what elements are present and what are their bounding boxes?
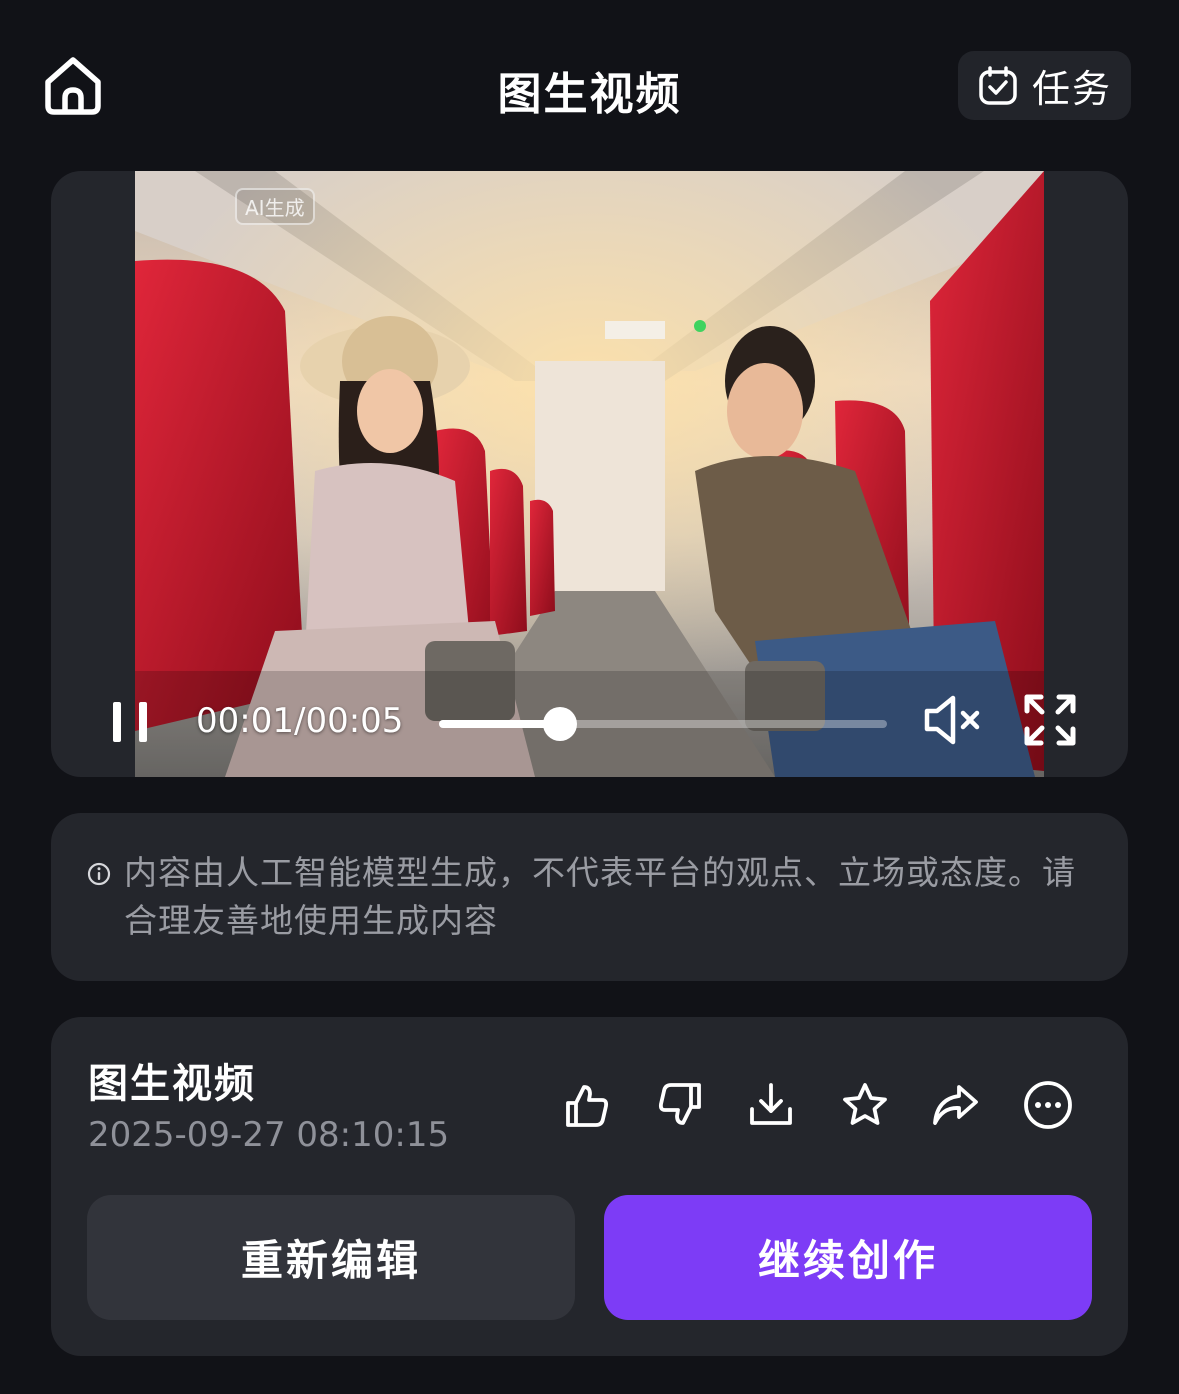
- disclaimer-text: 内容由人工智能模型生成，不代表平台的观点、立场或态度。请合理友善地使用生成内容: [124, 853, 1076, 940]
- info-icon: [87, 862, 111, 886]
- progress-bar[interactable]: [439, 707, 887, 741]
- created-timestamp: 2025-09-27 08:10:15: [88, 1115, 450, 1155]
- pause-icon: [139, 702, 147, 742]
- video-controls: 00:01/00:05: [51, 691, 1128, 777]
- fullscreen-icon: [1024, 694, 1076, 746]
- thumbs-down-icon: [658, 1083, 701, 1125]
- disclaimer-card: 内容由人工智能模型生成，不代表平台的观点、立场或态度。请合理友善地使用生成内容: [51, 813, 1128, 981]
- pause-button[interactable]: [109, 700, 153, 744]
- star-icon: [843, 1083, 887, 1125]
- video-frame[interactable]: AI生成: [135, 171, 1044, 777]
- video-info-card: 图生视频 2025-09-27 08:10:15 重新编辑 继续创作: [51, 1017, 1128, 1356]
- volume-muted-icon: [924, 695, 980, 745]
- task-button[interactable]: 任务: [958, 51, 1131, 120]
- video-player[interactable]: AI生成 00:01/00:05: [51, 171, 1128, 777]
- video-thumbnail: [135, 171, 1044, 777]
- dislike-button[interactable]: [653, 1077, 709, 1133]
- time-display: 00:01/00:05: [196, 701, 404, 741]
- favorite-button[interactable]: [837, 1077, 893, 1133]
- fullscreen-button[interactable]: [1023, 693, 1077, 747]
- share-arrow-icon: [933, 1085, 978, 1125]
- task-label: 任务: [1032, 67, 1113, 111]
- progress-handle[interactable]: [542, 707, 577, 741]
- calendar-check-icon: [979, 65, 1017, 105]
- pause-icon: [113, 702, 121, 742]
- ai-generated-badge: AI生成: [235, 188, 315, 225]
- thumbs-up-icon: [566, 1085, 609, 1127]
- download-icon: [750, 1083, 792, 1125]
- continue-create-button[interactable]: 继续创作: [604, 1195, 1092, 1320]
- share-button[interactable]: [927, 1077, 983, 1133]
- video-title: 图生视频: [88, 1061, 256, 1107]
- like-button[interactable]: [558, 1077, 614, 1133]
- re-edit-button[interactable]: 重新编辑: [87, 1195, 575, 1320]
- mute-button[interactable]: [923, 694, 983, 746]
- download-button[interactable]: [743, 1077, 799, 1133]
- more-icon: [1024, 1081, 1072, 1129]
- more-button[interactable]: [1020, 1077, 1076, 1133]
- top-bar: 图生视频 任务: [0, 0, 1179, 170]
- progress-fill: [439, 720, 560, 728]
